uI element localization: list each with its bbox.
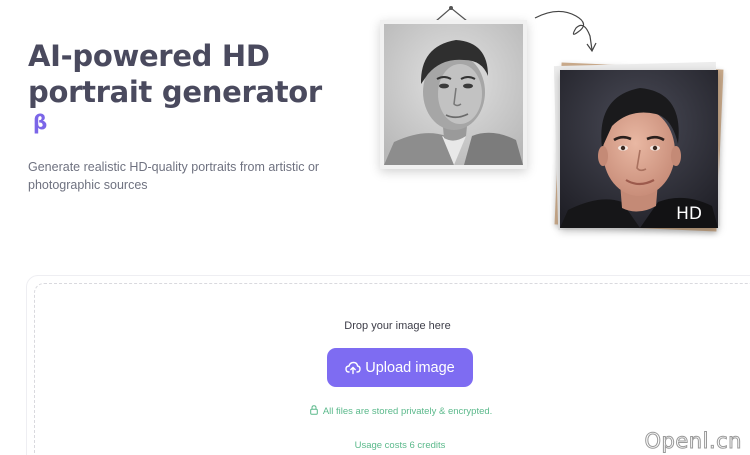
privacy-note: All files are stored privately & encrypt… (0, 405, 750, 417)
upload-image-button[interactable]: Upload image (327, 348, 473, 387)
hd-badge: HD (676, 204, 702, 224)
original-portrait-frame (380, 20, 527, 169)
beta-badge: β (33, 110, 48, 134)
curved-arrow-icon (534, 10, 597, 53)
privacy-note-text: All files are stored privately & encrypt… (322, 406, 493, 417)
hd-portrait-frame: HD (560, 70, 718, 228)
lock-icon (309, 405, 318, 415)
page-title: AI-powered HD portrait generator (28, 39, 322, 109)
site-watermark: Openl.cn (644, 429, 742, 454)
cloud-upload-icon (345, 361, 361, 374)
drop-instructions: Drop your image here (344, 320, 451, 332)
upload-button-label: Upload image (365, 359, 455, 376)
page-subtitle: Generate realistic HD-quality portraits … (28, 160, 320, 192)
usage-credits-note: Usage costs 6 credits (354, 440, 446, 451)
original-portrait-image (384, 24, 523, 165)
